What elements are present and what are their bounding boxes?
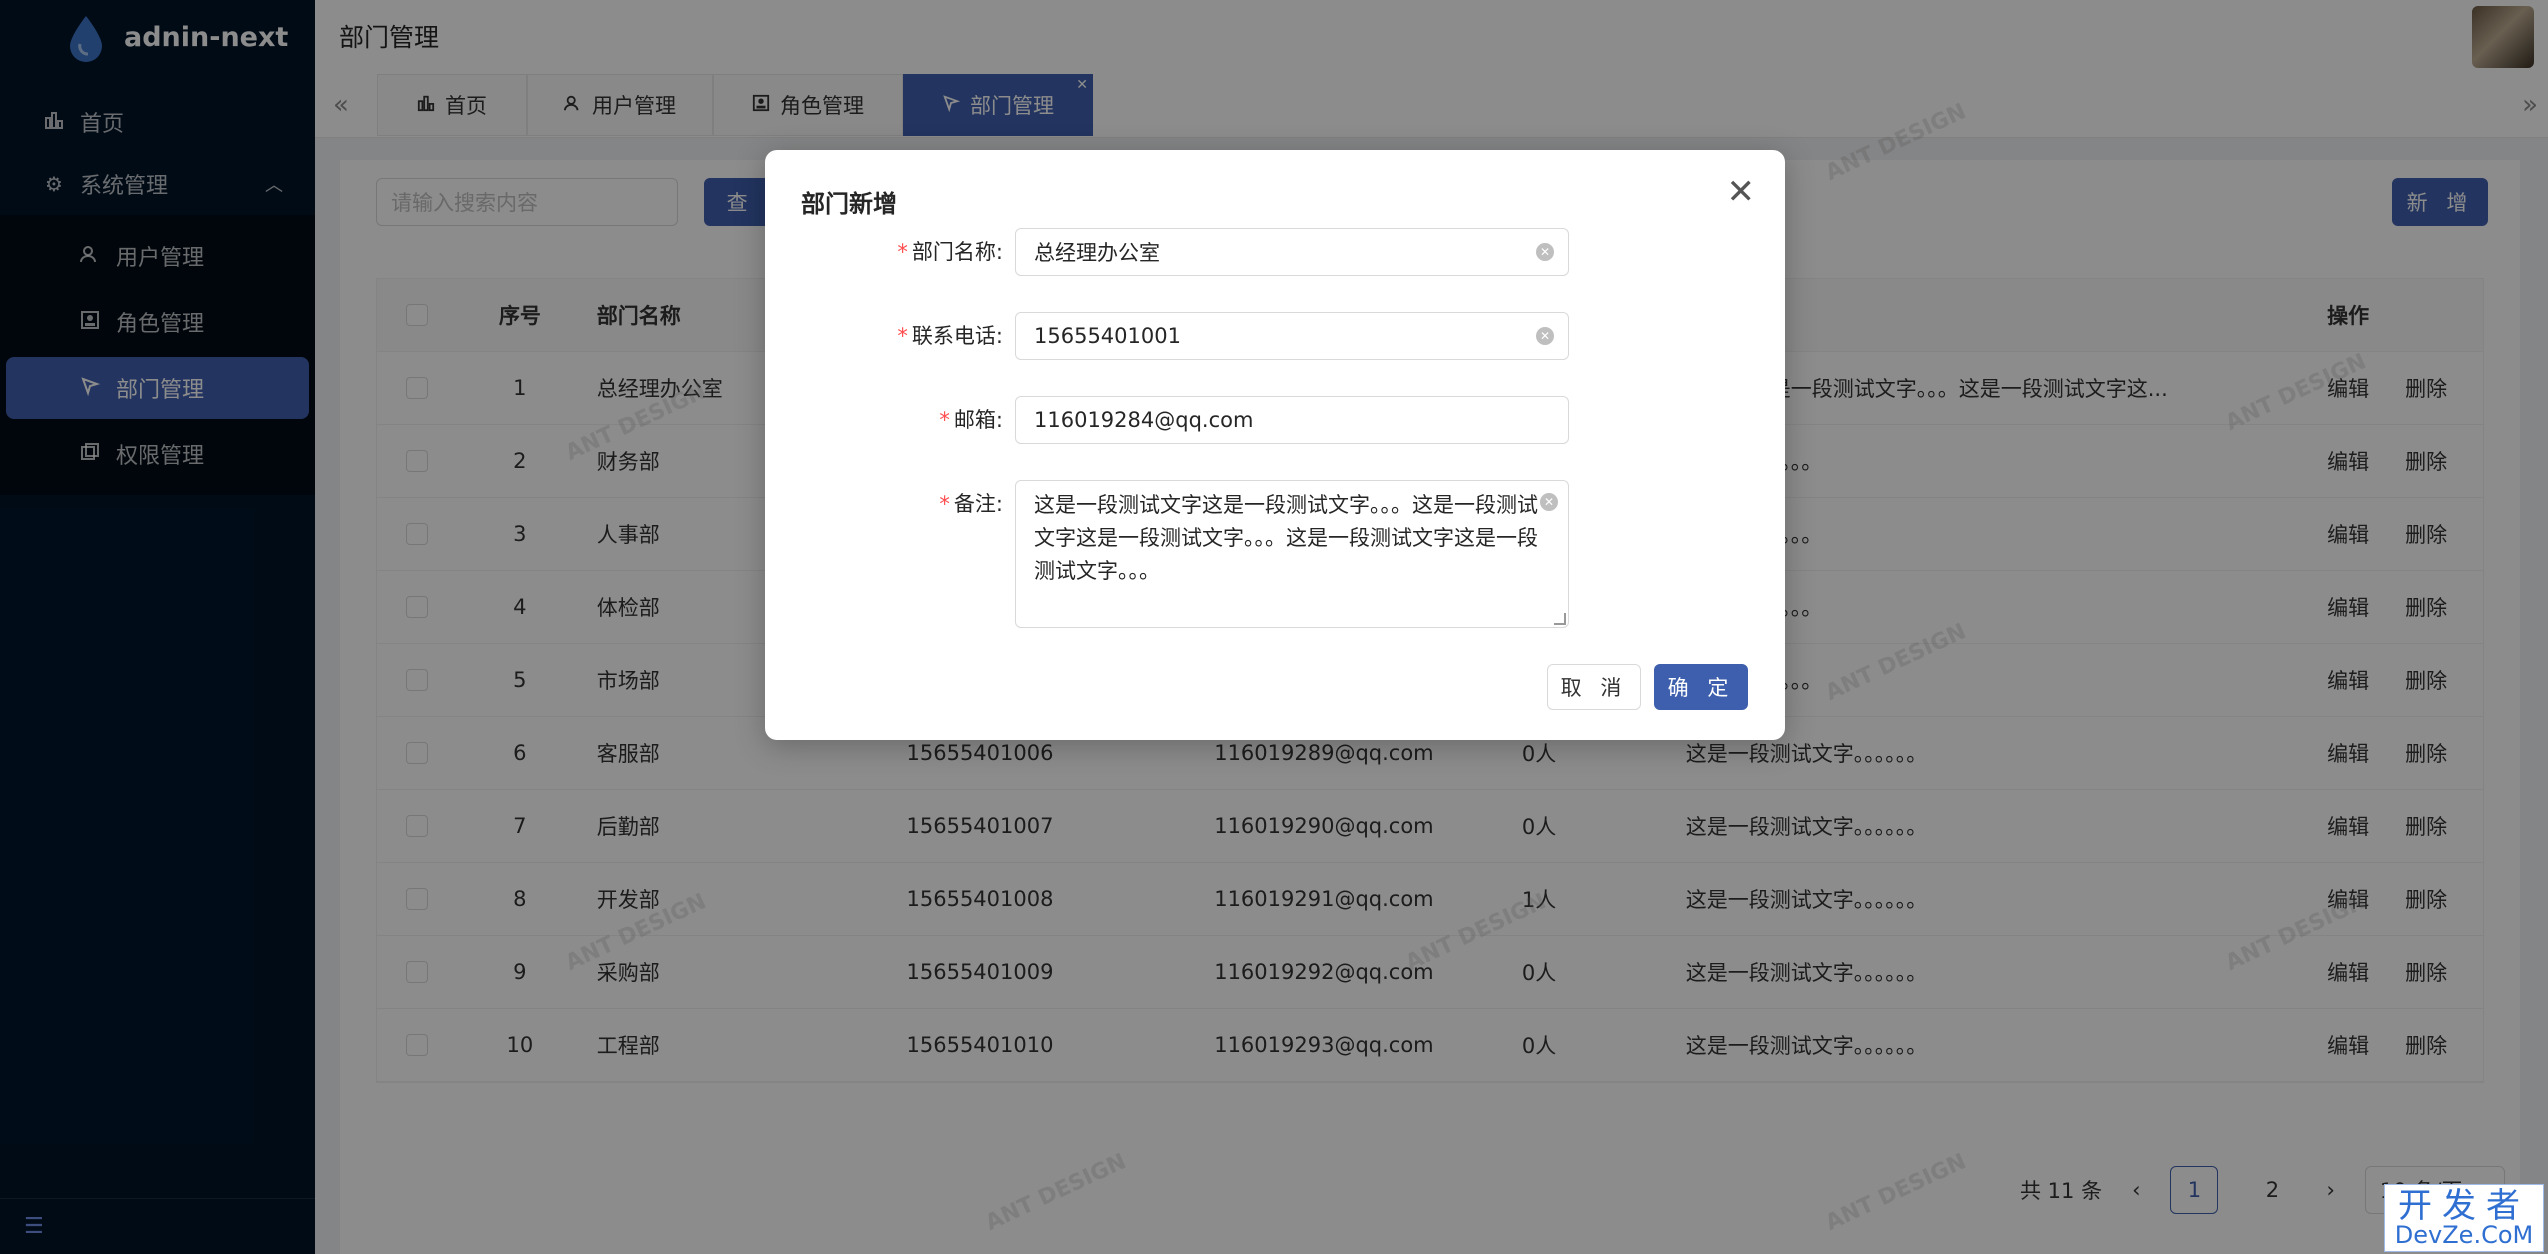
cancel-button[interactable]: 取 消 [1547,664,1641,710]
clear-icon[interactable]: ✕ [1536,243,1554,261]
form-row-mail: * 邮箱: 116019284@qq.com [765,396,1785,444]
devze-logo: 开发者 DevZe.CoM [2384,1184,2544,1252]
resize-handle-icon[interactable] [1554,613,1566,625]
email-value: 116019284@qq.com [1034,408,1254,432]
clear-icon[interactable]: ✕ [1540,493,1558,511]
mail-label: 邮箱: [953,408,1003,432]
note-value: 这是一段测试文字这是一段测试文字。。。这是一段测试文字这是一段测试文字。。。这是… [1034,493,1538,583]
department-add-modal: 部门新增 ✕ * 部门名称: 总经理办公室 ✕ * 联系电话: 1565540100… [765,150,1785,740]
clear-icon[interactable]: ✕ [1536,327,1554,345]
required-mark: * [897,240,908,264]
devze-logo-top: 开发者 [2398,1186,2530,1226]
devze-logo-bottom: DevZe.CoM [2394,1221,2534,1249]
form-row-name: * 部门名称: 总经理办公室 ✕ [765,228,1785,276]
phone-input[interactable]: 15655401001 ✕ [1015,312,1569,360]
note-label: 备注: [953,492,1003,516]
note-textarea[interactable]: 这是一段测试文字这是一段测试文字。。。这是一段测试文字这是一段测试文字。。。这是… [1015,480,1569,628]
department-name-input[interactable]: 总经理办公室 ✕ [1015,228,1569,276]
tel-label: 联系电话: [911,324,1003,348]
form-row-tel: * 联系电话: 15655401001 ✕ [765,312,1785,360]
name-label: 部门名称: [911,240,1003,264]
confirm-button[interactable]: 确 定 [1654,664,1748,710]
required-mark: * [939,408,950,432]
close-icon[interactable]: ✕ [1727,172,1756,212]
form-row-note: * 备注: 这是一段测试文字这是一段测试文字。。。这是一段测试文字这是一段测试文字… [765,480,1785,628]
phone-value: 15655401001 [1034,324,1181,348]
required-mark: * [939,492,950,516]
department-name-value: 总经理办公室 [1034,241,1160,265]
modal-title: 部门新增 [801,190,897,218]
email-input[interactable]: 116019284@qq.com [1015,396,1569,444]
required-mark: * [897,324,908,348]
